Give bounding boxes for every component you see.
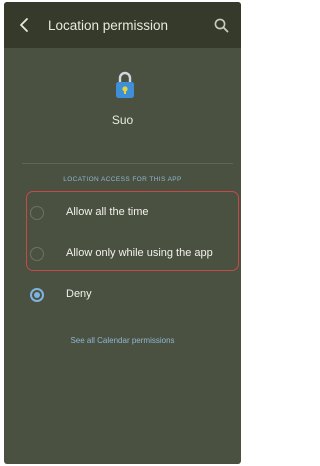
section-divider xyxy=(22,163,233,164)
option-label: Allow only while using the app xyxy=(66,247,213,259)
section-header: LOCATION ACCESS FOR THIS APP xyxy=(63,176,182,183)
radio-button-selected[interactable] xyxy=(30,288,44,302)
page-title: Location permission xyxy=(48,18,169,33)
option-deny[interactable]: Deny xyxy=(24,278,241,312)
radio-button[interactable] xyxy=(30,247,44,261)
option-label: Allow all the time xyxy=(66,206,149,218)
app-name: Suo xyxy=(111,113,134,127)
search-icon[interactable] xyxy=(213,17,230,34)
option-allow-while-using[interactable]: Allow only while using the app xyxy=(24,237,241,271)
back-arrow-icon[interactable] xyxy=(16,16,34,34)
radio-button[interactable] xyxy=(30,206,44,220)
app-bar: Location permission xyxy=(4,2,241,48)
option-label: Deny xyxy=(66,288,92,300)
permission-screen: Location permission Suo LOCATION ACCESS … xyxy=(4,2,241,464)
option-allow-all-the-time[interactable]: Allow all the time xyxy=(24,196,241,230)
see-all-permissions-link[interactable]: See all Calendar permissions xyxy=(4,336,241,345)
padlock-icon xyxy=(114,70,136,100)
